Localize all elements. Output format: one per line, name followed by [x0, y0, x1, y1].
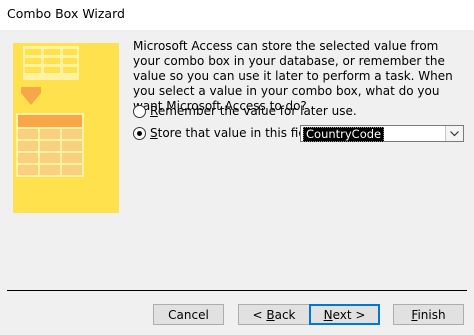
store-value-option[interactable]: Store that value in this field: — [133, 124, 321, 142]
back-button[interactable]: < Back — [238, 304, 310, 325]
field-combo-value: CountryCode — [303, 127, 385, 142]
cancel-button[interactable]: Cancel — [153, 304, 224, 325]
remember-value-option[interactable]: Remember the value for later use. — [133, 102, 357, 120]
chevron-down-icon — [450, 130, 459, 136]
combo-dropdown-button[interactable] — [445, 126, 463, 141]
next-button[interactable]: Next > — [309, 304, 380, 325]
window-title: Combo Box Wizard — [7, 6, 125, 21]
remember-value-radio[interactable] — [133, 104, 146, 118]
title-bar: Combo Box Wizard — [0, 0, 474, 30]
store-value-label: Store that value in this field: — [150, 126, 321, 140]
store-value-radio[interactable] — [133, 126, 146, 140]
table-illustration-icon — [13, 43, 119, 213]
field-combo-box[interactable]: CountryCode — [300, 125, 464, 142]
finish-button[interactable]: Finish — [393, 304, 464, 325]
footer-divider — [7, 290, 467, 291]
remember-value-label: Remember the value for later use. — [150, 104, 357, 118]
